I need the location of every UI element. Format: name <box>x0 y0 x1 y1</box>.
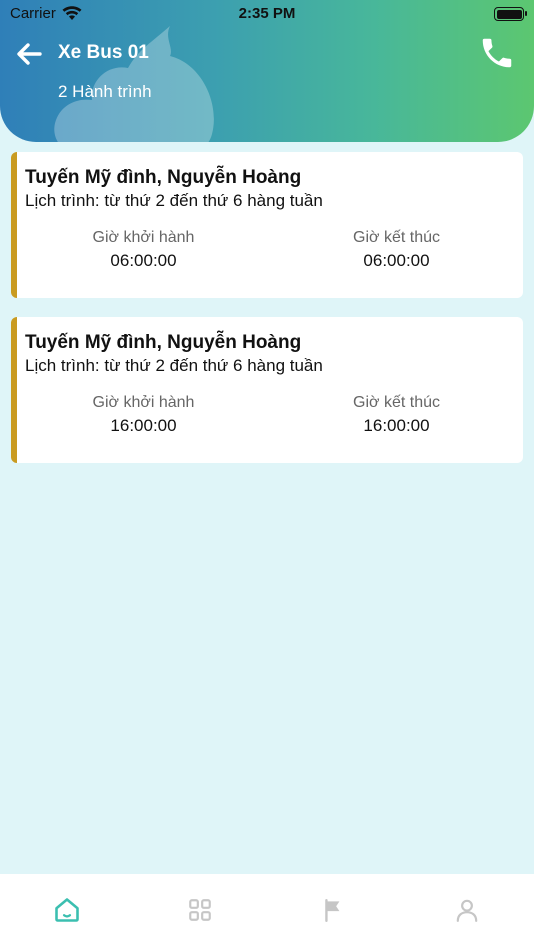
start-time-label: Giờ khởi hành <box>92 229 195 246</box>
back-button[interactable] <box>14 40 44 68</box>
trip-card[interactable]: Tuyến Mỹ đình, Nguyễn Hoàng Lịch trình: … <box>11 152 523 298</box>
tab-flag[interactable] <box>267 874 401 950</box>
status-bar: Carrier 2:35 PM <box>0 0 534 28</box>
clock: 2:35 PM <box>238 5 296 22</box>
header: Carrier 2:35 PM Xe Bus 01 2 Hành trình <box>0 0 534 142</box>
end-time-block: Giờ kết thúc 06:00:00 <box>270 228 523 273</box>
trip-schedule: Lịch trình: từ thứ 2 đến thứ 6 hàng tuần <box>25 191 323 210</box>
tab-home[interactable] <box>0 874 134 950</box>
trip-times: Giờ khởi hành 06:00:00 Giờ kết thúc 06:0… <box>17 228 523 273</box>
tab-grid[interactable] <box>134 874 268 950</box>
trip-card[interactable]: Tuyến Mỹ đình, Nguyễn Hoàng Lịch trình: … <box>11 317 523 463</box>
trip-schedule: Lịch trình: từ thứ 2 đến thứ 6 hàng tuần <box>25 356 323 375</box>
start-time-value: 16:00:00 <box>110 416 177 435</box>
start-time-block: Giờ khởi hành 16:00:00 <box>17 393 270 438</box>
trip-times: Giờ khởi hành 16:00:00 Giờ kết thúc 16:0… <box>17 393 523 438</box>
user-icon <box>456 899 478 922</box>
start-time-value: 06:00:00 <box>110 251 177 270</box>
battery-icon <box>494 7 527 21</box>
trip-route: Tuyến Mỹ đình, Nguyễn Hoàng <box>25 332 302 353</box>
grid-icon <box>189 899 212 921</box>
end-time-block: Giờ kết thúc 16:00:00 <box>270 393 523 438</box>
home-icon <box>54 898 79 922</box>
flag-icon <box>324 899 340 923</box>
tab-bar <box>0 874 534 950</box>
start-time-label: Giờ khởi hành <box>92 394 195 411</box>
call-button[interactable] <box>478 34 516 72</box>
trip-list: Tuyến Mỹ đình, Nguyễn Hoàng Lịch trình: … <box>11 152 523 482</box>
end-time-label: Giờ kết thúc <box>353 229 440 246</box>
end-time-label: Giờ kết thúc <box>353 394 440 411</box>
phone-icon <box>482 38 512 68</box>
trip-count: 2 Hành trình <box>58 82 152 101</box>
end-time-value: 06:00:00 <box>363 251 430 270</box>
end-time-value: 16:00:00 <box>363 416 430 435</box>
arrow-left-icon <box>17 43 42 65</box>
trip-route: Tuyến Mỹ đình, Nguyễn Hoàng <box>25 167 302 188</box>
page-title: Xe Bus 01 <box>58 42 149 63</box>
tab-profile[interactable] <box>401 874 534 950</box>
start-time-block: Giờ khởi hành 06:00:00 <box>17 228 270 273</box>
